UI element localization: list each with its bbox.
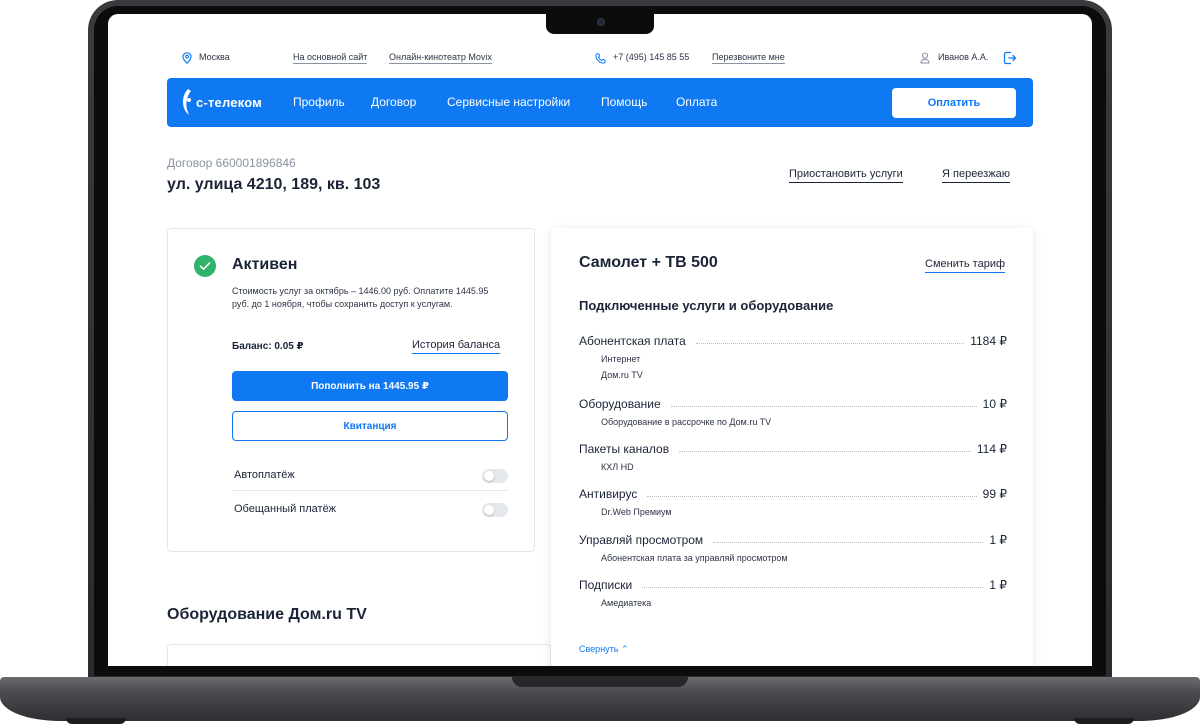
promised-payment-toggle[interactable] [482, 503, 508, 517]
service-price: 114 ₽ [976, 442, 1007, 456]
service-sub-item: Dr.Web Премиум [601, 507, 672, 517]
service-price: 99 ₽ [982, 487, 1007, 501]
service-sub-item: Дом.ru TV [601, 370, 643, 380]
balance-value: Баланс: 0.05 ₽ [232, 341, 304, 352]
status-title: Активен [232, 256, 298, 273]
location-pin-icon [182, 52, 192, 64]
service-sub-item: Интернет [601, 354, 641, 364]
equipment-section-title: Оборудование Дом.ru TV [167, 606, 367, 623]
check-icon [199, 262, 211, 270]
main-site-link[interactable]: На основной сайт [293, 52, 368, 64]
service-price: 1 ₽ [989, 533, 1007, 547]
phone-icon [595, 53, 606, 64]
main-navbar: с-телеком Профиль Договор Сервисные наст… [167, 78, 1033, 127]
nav-profile[interactable]: Профиль [293, 95, 345, 109]
brand-logo[interactable]: с-телеком [182, 87, 262, 117]
service-name: Абонентская плата [579, 334, 690, 348]
status-check-badge [194, 255, 216, 277]
balance-history-link[interactable]: История баланса [412, 339, 501, 354]
logo-mark-icon [183, 89, 191, 115]
service-sub-item: Абонентская плата за управляй просмотром [601, 553, 788, 563]
service-item: Пакеты каналов 114 ₽ КХЛ HD [579, 440, 1007, 472]
promised-payment-label: Обещанный платёж [234, 503, 337, 515]
camera-icon [597, 18, 605, 26]
nav-help[interactable]: Помощь [601, 95, 647, 109]
tariff-name: Самолет + ТВ 500 [579, 254, 718, 271]
service-price: 10 ₽ [982, 397, 1007, 411]
laptop-hinge-cutout [512, 677, 688, 687]
logo-text: с-телеком [196, 94, 262, 110]
moving-link[interactable]: Я переезжаю [942, 168, 1010, 183]
suspend-services-link[interactable]: Приостановить услуги [789, 168, 903, 183]
topup-button[interactable]: Пополнить на 1445.95 ₽ [232, 371, 508, 401]
collapse-link[interactable]: Свернуть ⌃ [579, 644, 629, 655]
service-item: Подписки 1 ₽ Амедиатека [579, 576, 1007, 608]
callback-link[interactable]: Перезвоните мне [712, 52, 785, 64]
user-icon [920, 52, 930, 64]
nav-contract[interactable]: Договор [371, 95, 416, 109]
city-label: Москва [199, 52, 230, 62]
equipment-card [167, 644, 551, 666]
laptop-foot-left [66, 718, 126, 724]
services-title: Подключенные услуги и оборудование [579, 298, 834, 313]
screen: Москва На основной сайт Онлайн-кинотеатр… [108, 14, 1092, 666]
service-name: Подписки [579, 578, 637, 592]
autopay-toggle[interactable] [482, 469, 508, 483]
nav-payment[interactable]: Оплата [676, 95, 717, 109]
service-name: Антивирус [579, 487, 642, 501]
pay-button[interactable]: Оплатить [892, 88, 1016, 118]
autopay-label: Автоплатёж [234, 469, 295, 481]
nav-service-settings[interactable]: Сервисные настройки [447, 95, 570, 109]
service-price: 1 ₽ [989, 578, 1007, 592]
service-sub-item: КХЛ HD [601, 462, 634, 472]
promised-payment-row: Обещанный платёж [232, 493, 508, 525]
dotted-leader [679, 451, 971, 452]
contract-number: Договор 660001896846 [167, 156, 296, 170]
change-tariff-link[interactable]: Сменить тариф [925, 258, 1006, 273]
dotted-leader [695, 343, 965, 344]
laptop-foot-right [1074, 718, 1134, 724]
movix-link[interactable]: Онлайн-кинотеатр Movix [389, 52, 492, 64]
tariff-card: Самолет + ТВ 500 Сменить тариф Подключен… [551, 228, 1033, 666]
service-price: 1184 ₽ [970, 334, 1007, 348]
receipt-button[interactable]: Квитанция [232, 411, 508, 441]
dotted-leader [647, 496, 977, 497]
service-sub-item: Амедиатека [601, 598, 652, 608]
logout-icon[interactable] [1003, 51, 1017, 65]
service-name: Управляй просмотром [579, 533, 708, 547]
service-item: Абонентская плата 1184 ₽ Интернет Дом.ru … [579, 332, 1007, 380]
service-item: Управляй просмотром 1 ₽ Абонентская плата… [579, 531, 1007, 563]
user-name[interactable]: Иванов А.А. [938, 52, 988, 62]
phone-number[interactable]: +7 (495) 145 85 55 [613, 52, 689, 62]
account-status-card: Активен Стоимость услуг за октябрь – 144… [167, 228, 535, 552]
service-item: Оборудование 10 ₽ Оборудование в рассрочк… [579, 395, 1007, 427]
service-name: Пакеты каналов [579, 442, 674, 456]
dotted-leader [670, 406, 977, 407]
contract-address: ул. улица 4210, 189, кв. 103 [167, 176, 381, 193]
service-item: Антивирус 99 ₽ Dr.Web Премиум [579, 485, 1007, 517]
dotted-leader [713, 542, 984, 543]
autopay-row: Автоплатёж [232, 459, 508, 491]
dotted-leader [642, 587, 984, 588]
service-sub-item: Оборудование в рассрочке по Дом.ru TV [601, 417, 772, 427]
status-description: Стоимость услуг за октябрь – 1446.00 руб… [232, 286, 489, 309]
service-name: Оборудование [579, 397, 665, 411]
